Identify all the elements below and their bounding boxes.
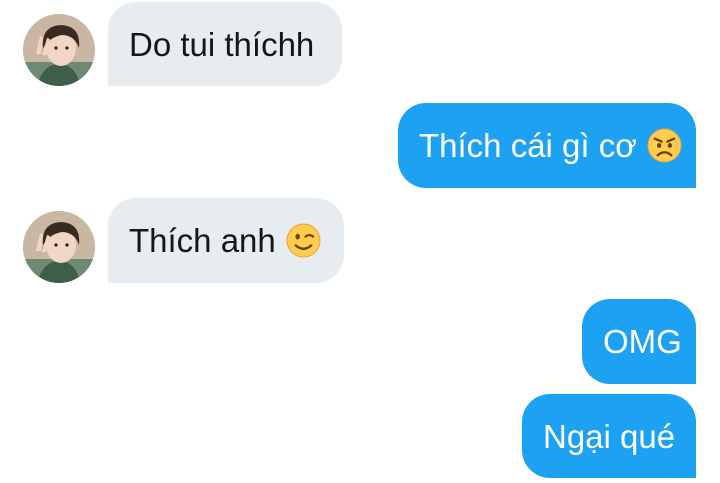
message-text: Thích anh: [129, 222, 276, 259]
winking-face-icon: [286, 223, 321, 258]
message-bubble-incoming[interactable]: Thích anh: [108, 198, 344, 283]
message-thread: Do tui thíchh Thích cái gì cơ Thích anh …: [0, 0, 720, 483]
angry-face-icon: [647, 128, 682, 163]
message-bubble-incoming[interactable]: Do tui thíchh: [108, 2, 342, 86]
message-text: OMG: [603, 323, 682, 360]
message-bubble-outgoing[interactable]: Ngại qué: [522, 394, 696, 478]
message-bubble-outgoing[interactable]: Thích cái gì cơ: [398, 103, 696, 188]
message-text: Do tui thíchh: [129, 25, 315, 63]
message-text: Ngại qué: [543, 417, 676, 455]
sender-avatar[interactable]: [23, 14, 95, 86]
message-bubble-outgoing[interactable]: OMG: [582, 299, 696, 384]
sender-avatar[interactable]: [23, 211, 95, 283]
message-text: Thích cái gì cơ: [419, 127, 637, 164]
